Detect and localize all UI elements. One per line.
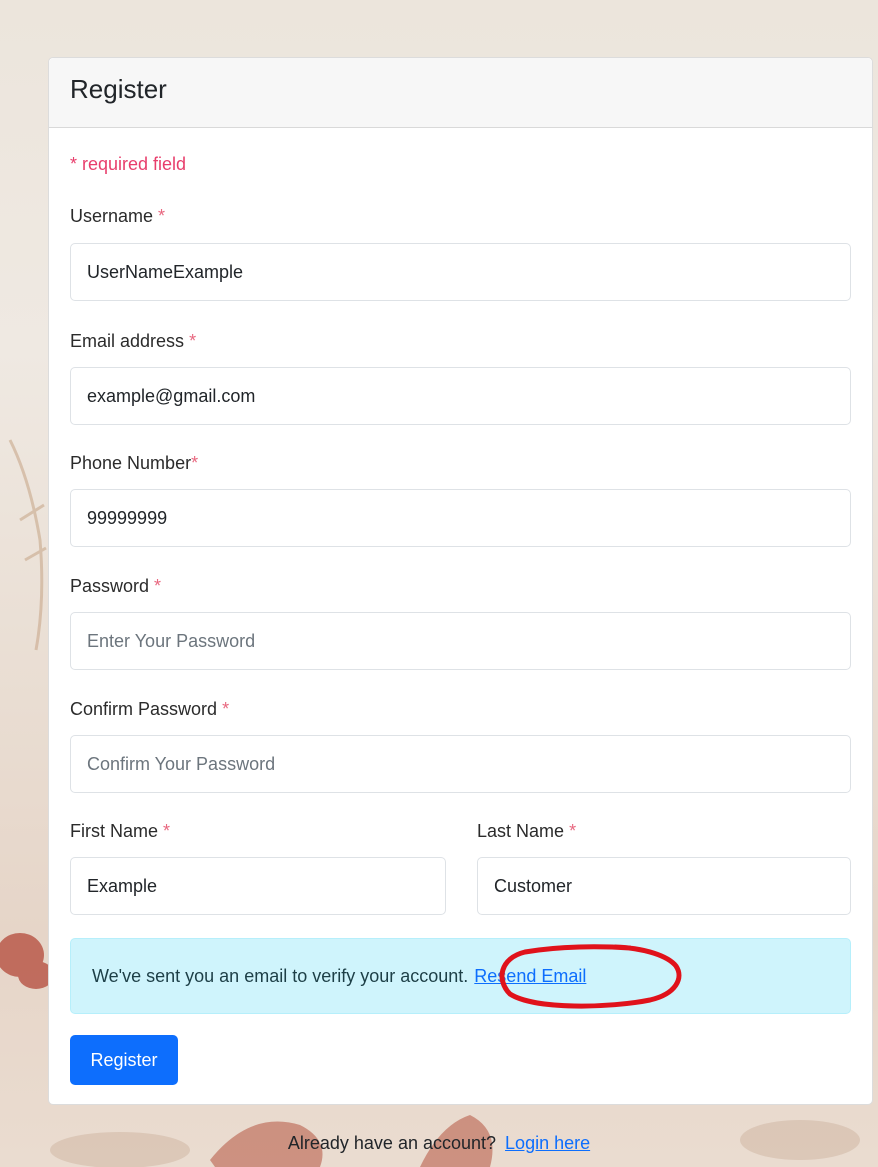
- resend-email-link[interactable]: Resend Email: [474, 966, 586, 987]
- username-input[interactable]: [70, 243, 851, 301]
- required-field-note: * required field: [70, 154, 187, 174]
- footer: Already have an account? Login here: [0, 1133, 878, 1154]
- password-input[interactable]: [70, 612, 851, 670]
- login-link[interactable]: Login here: [505, 1133, 590, 1153]
- last-name-label-text: Last Name: [477, 821, 565, 841]
- phone-label-text: Phone Number: [70, 453, 192, 473]
- required-asterisk: *: [569, 821, 577, 841]
- email-label: Email address *: [70, 331, 196, 352]
- password-label-text: Password: [70, 576, 150, 596]
- email-label-text: Email address: [70, 331, 185, 351]
- required-asterisk: *: [158, 206, 166, 226]
- username-label: Username *: [70, 206, 165, 227]
- first-name-input[interactable]: [70, 857, 446, 915]
- card-header: Register: [49, 58, 872, 128]
- register-card: Register * required field Username * Ema…: [48, 57, 873, 1105]
- username-label-text: Username: [70, 206, 154, 226]
- verification-alert: We've sent you an email to verify your a…: [70, 938, 851, 1014]
- confirm-password-label-text: Confirm Password: [70, 699, 218, 719]
- required-asterisk: *: [191, 453, 199, 473]
- alert-message: We've sent you an email to verify your a…: [92, 965, 469, 986]
- confirm-password-label: Confirm Password *: [70, 699, 229, 720]
- last-name-input[interactable]: [477, 857, 851, 915]
- footer-text: Already have an account?: [287, 1133, 497, 1153]
- email-input[interactable]: [70, 367, 851, 425]
- required-asterisk: *: [222, 699, 230, 719]
- password-label: Password *: [70, 576, 161, 597]
- first-name-label-text: First Name: [70, 821, 159, 841]
- last-name-label: Last Name *: [477, 821, 576, 842]
- phone-label: Phone Number*: [70, 453, 198, 474]
- required-asterisk: *: [163, 821, 171, 841]
- first-name-label: First Name *: [70, 821, 170, 842]
- confirm-password-input[interactable]: [70, 735, 851, 793]
- phone-input[interactable]: [70, 489, 851, 547]
- required-asterisk: *: [189, 331, 197, 351]
- required-asterisk: *: [154, 576, 162, 596]
- page-title: Register: [70, 74, 167, 104]
- register-button[interactable]: Register: [70, 1035, 178, 1085]
